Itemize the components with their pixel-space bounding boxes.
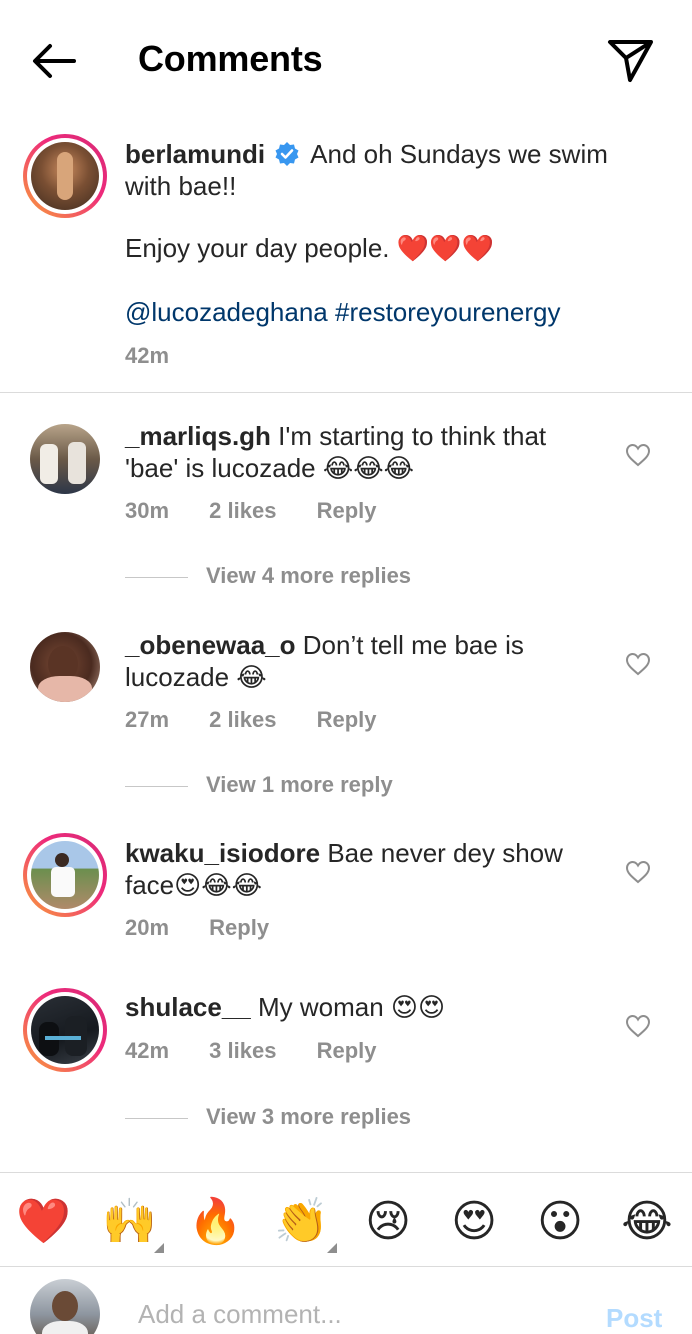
- share-button[interactable]: [604, 34, 656, 86]
- caption-tags[interactable]: @lucozadeghana #restoreyourenergy: [125, 296, 560, 328]
- comment-time: 27m: [125, 707, 170, 732]
- replies-divider: [125, 785, 188, 787]
- emoji-raising-hands[interactable]: 🙌: [102, 1195, 157, 1249]
- comment-body-line-1: My woman 😍😍: [257, 992, 446, 1022]
- comment-likes[interactable]: 3 likes: [209, 1038, 276, 1063]
- skin-tone-indicator-icon: [327, 1243, 337, 1253]
- avatar[interactable]: [23, 134, 107, 218]
- comment-meta: 20m Reply: [125, 915, 303, 941]
- emoji-red-heart[interactable]: ❤️: [16, 1195, 71, 1249]
- page-title: Comments: [138, 38, 323, 79]
- comment-body-line-1: Don’t tell me bae is: [302, 630, 524, 660]
- comment-text: _marliqs.gh I'm starting to think that '…: [125, 420, 605, 484]
- back-button[interactable]: [28, 38, 80, 84]
- avatar[interactable]: [23, 988, 107, 1072]
- emoji-heart-eyes[interactable]: 😍: [447, 1195, 501, 1249]
- heart-icon[interactable]: [625, 1014, 651, 1038]
- heart-icon[interactable]: [625, 860, 651, 884]
- comment-time: 30m: [125, 498, 170, 523]
- emoji-reaction-bar: ❤️ 🙌 🔥 👏 😢 😍 😮 😂: [0, 1172, 692, 1266]
- replies-divider: [125, 1117, 188, 1119]
- verified-badge-icon: [275, 142, 299, 166]
- post-caption: berlamundi And oh Sundays we swim with b…: [0, 118, 692, 393]
- emoji-crying-face[interactable]: 😢: [361, 1195, 415, 1249]
- caption-line-1: And oh Sundays we swim: [310, 139, 608, 169]
- paper-plane-icon: [608, 40, 653, 82]
- comment-username[interactable]: _obenewaa_o: [125, 630, 296, 660]
- comment-body-line-1: I'm starting to think that: [278, 421, 547, 451]
- comment-body-line-2: 'bae' is lucozade 😂😂😂: [125, 453, 414, 483]
- caption-username[interactable]: berlamundi: [125, 139, 265, 169]
- view-replies-label: View 4 more replies: [206, 563, 412, 588]
- avatar[interactable]: [23, 833, 107, 917]
- comment-composer: Post: [0, 1266, 692, 1334]
- skin-tone-indicator-icon: [154, 1243, 164, 1253]
- view-replies-button[interactable]: View 4 more replies: [125, 563, 411, 591]
- view-replies-label: View 1 more reply: [206, 772, 393, 797]
- avatar[interactable]: [30, 632, 100, 702]
- emoji-clapping-hands[interactable]: 👏: [274, 1195, 329, 1249]
- reply-button[interactable]: Reply: [317, 707, 377, 732]
- caption-time: 42m: [125, 343, 203, 369]
- top-bar: Comments: [0, 0, 692, 118]
- comment-time: 20m: [125, 915, 170, 940]
- comment-body-line-2: face😍😂😂: [125, 870, 263, 900]
- caption-timestamp: 42m: [125, 343, 170, 368]
- comment-username[interactable]: kwaku_isiodore: [125, 838, 320, 868]
- replies-divider: [125, 576, 188, 578]
- comment-text: shulace__ My woman 😍😍: [125, 991, 605, 1023]
- comment-likes[interactable]: 2 likes: [209, 707, 276, 732]
- view-replies-label: View 3 more replies: [206, 1104, 412, 1129]
- heart-icon[interactable]: [625, 443, 651, 467]
- comment-input[interactable]: [138, 1297, 538, 1331]
- caption-line-2: with bae!!: [125, 171, 237, 201]
- comment-time: 42m: [125, 1038, 170, 1063]
- caption-line-3: Enjoy your day people. ❤️❤️❤️: [125, 233, 494, 263]
- reply-button[interactable]: Reply: [209, 915, 269, 940]
- comment-meta: 42m 3 likes Reply: [125, 1038, 411, 1064]
- comment-body-line-1: Bae never dey show: [327, 838, 563, 868]
- avatar[interactable]: [30, 424, 100, 494]
- heart-icon[interactable]: [625, 652, 651, 676]
- view-replies-button[interactable]: View 1 more reply: [125, 772, 393, 800]
- reply-button[interactable]: Reply: [317, 498, 377, 523]
- reply-button[interactable]: Reply: [317, 1038, 377, 1063]
- emoji-surprised-face[interactable]: 😮: [533, 1195, 587, 1249]
- avatar: [30, 1279, 100, 1334]
- arrow-left-icon: [33, 44, 76, 78]
- comment-text: _obenewaa_o Don’t tell me bae is lucozad…: [125, 629, 605, 693]
- comment-username[interactable]: shulace__: [125, 992, 251, 1022]
- emoji-laughing-tears[interactable]: 😂: [620, 1195, 674, 1249]
- caption-text: berlamundi And oh Sundays we swim with b…: [125, 138, 645, 202]
- comment-text: kwaku_isiodore Bae never dey show face😍😂…: [125, 837, 605, 901]
- comment-meta: 30m 2 likes Reply: [125, 498, 411, 524]
- comment-meta: 27m 2 likes Reply: [125, 707, 411, 733]
- emoji-fire[interactable]: 🔥: [188, 1195, 243, 1249]
- comment-likes[interactable]: 2 likes: [209, 498, 276, 523]
- post-button[interactable]: Post: [606, 1303, 662, 1334]
- comment-body-line-2: lucozade 😂: [125, 662, 267, 692]
- comment-username[interactable]: _marliqs.gh: [125, 421, 271, 451]
- view-replies-button[interactable]: View 3 more replies: [125, 1104, 411, 1132]
